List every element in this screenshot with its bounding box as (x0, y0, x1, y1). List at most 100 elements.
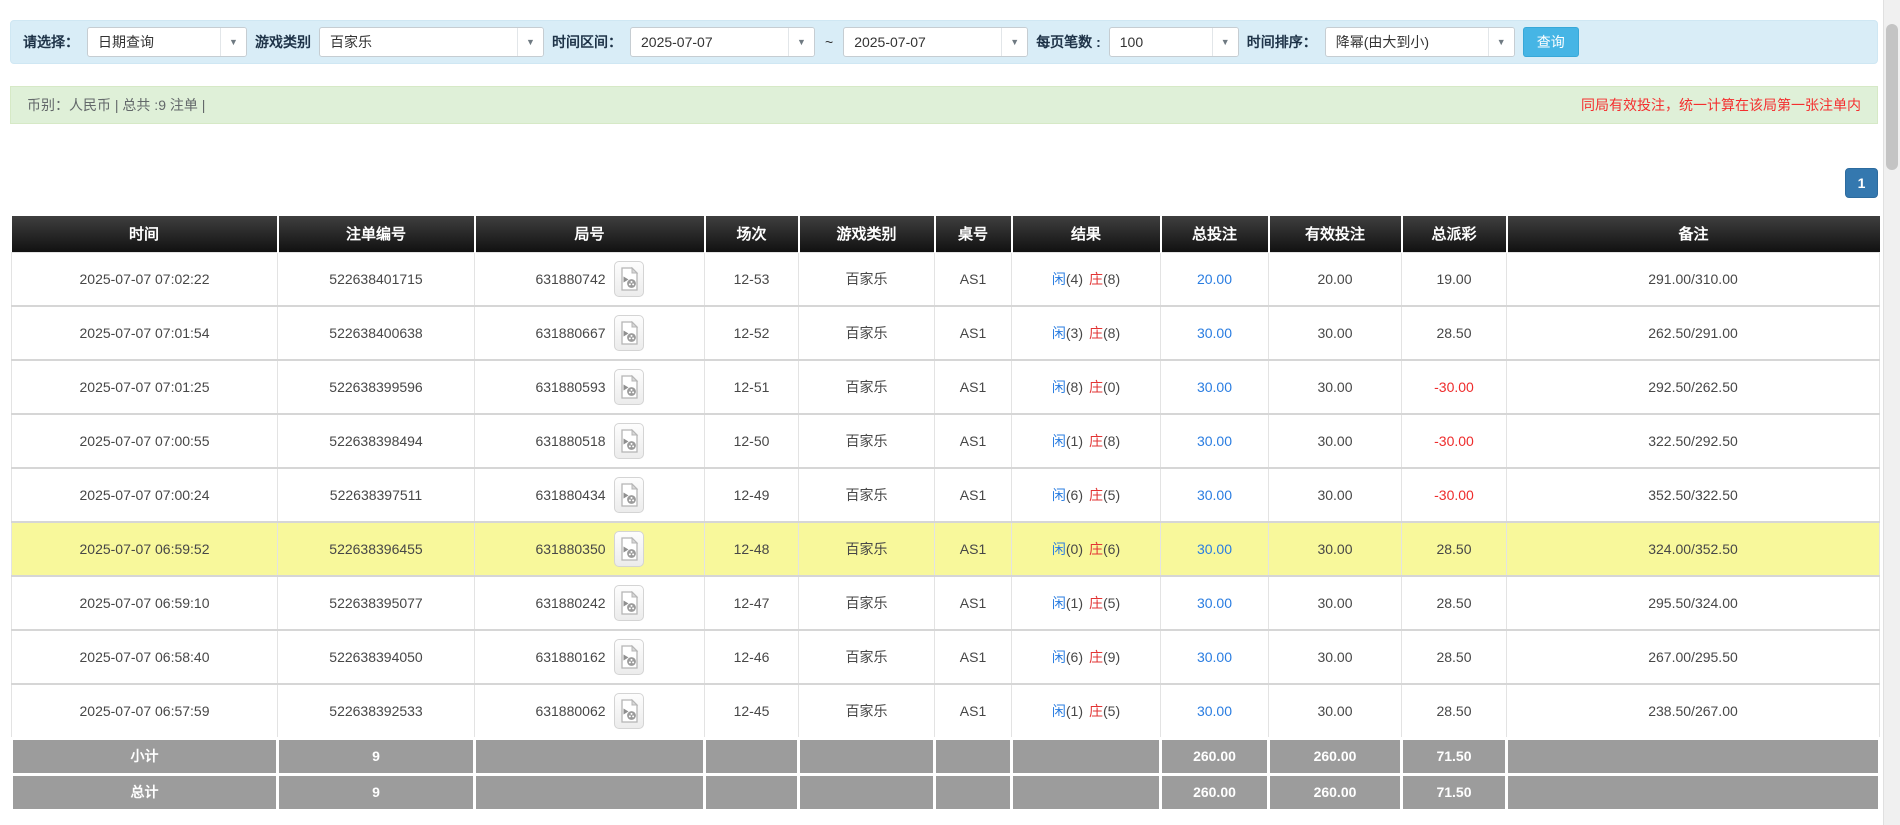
table-row: 2025-07-07 06:59:10 522638395077 6318802… (11, 575, 1880, 631)
banker-result-score: (5) (1103, 595, 1121, 611)
chevron-down-icon[interactable]: ▼ (1001, 28, 1028, 56)
total-bet-link[interactable]: 30.00 (1197, 703, 1232, 719)
cell-game: 百家乐 (798, 683, 935, 739)
cell-bet-id: 522638399596 (277, 359, 475, 415)
total-bet-link[interactable]: 30.00 (1197, 487, 1232, 503)
player-result-score: (4) (1065, 270, 1083, 287)
round-id-text: 631880350 (535, 541, 606, 557)
pagination: 1 (10, 168, 1878, 198)
chevron-down-icon[interactable]: ▼ (1211, 28, 1238, 56)
video-icon[interactable] (613, 315, 644, 351)
total-bet-link[interactable]: 30.00 (1197, 325, 1232, 341)
cell-table: AS1 (934, 467, 1012, 523)
currency-total-text: 币别：人民币 | 总共 :9 注单 | (27, 97, 206, 113)
cell-result: 闲(1) 庄(8) (1011, 413, 1161, 469)
cell-valid-bet: 30.00 (1268, 575, 1402, 631)
video-icon[interactable] (613, 369, 644, 405)
table-row: 2025-07-07 07:00:55 522638398494 6318805… (11, 413, 1880, 469)
cell-result: 闲(0) 庄(6) (1011, 521, 1161, 577)
player-result-label: 闲 (1051, 541, 1066, 557)
date-to-select[interactable]: 2025-07-07 ▼ (843, 27, 1029, 57)
banker-result-score: (5) (1103, 702, 1121, 719)
player-result-score: (6) (1065, 487, 1083, 503)
banker-result-score: (8) (1103, 433, 1121, 449)
query-button[interactable]: 查询 (1522, 27, 1579, 57)
subtotal-payout: 71.50 (1400, 736, 1508, 776)
cell-total-bet: 30.00 (1160, 521, 1269, 577)
total-bet-link[interactable]: 30.00 (1197, 433, 1232, 449)
cell-valid-bet: 30.00 (1268, 467, 1402, 523)
cell-session: 12-51 (704, 359, 799, 415)
player-result-score: (1) (1065, 702, 1083, 719)
cell-payout: 28.50 (1401, 305, 1507, 361)
video-icon[interactable] (613, 260, 644, 297)
table-row: 2025-07-07 07:00:24 522638397511 6318804… (11, 467, 1880, 523)
total-bet-link[interactable]: 20.00 (1197, 271, 1232, 287)
cell-valid-bet: 30.00 (1268, 413, 1402, 469)
query-type-select[interactable]: 日期查询 ▼ (87, 27, 247, 57)
chevron-down-icon[interactable]: ▼ (1487, 28, 1514, 56)
cell-total-bet: 30.00 (1160, 467, 1269, 523)
page-size-value: 100 (1119, 34, 1144, 50)
banker-result-score: (9) (1103, 649, 1121, 665)
chevron-down-icon[interactable]: ▼ (517, 28, 543, 56)
round-id-text: 631880593 (535, 379, 606, 395)
cell-bet-id: 522638392533 (277, 683, 475, 739)
time-sort-select[interactable]: 降幂(由大到小) ▼ (1324, 27, 1515, 57)
cell-payout: 28.50 (1401, 575, 1507, 631)
cell-payout: 28.50 (1401, 683, 1507, 739)
player-result-label: 闲 (1051, 433, 1066, 449)
cell-bet-id: 522638395077 (277, 575, 475, 631)
cell-session: 12-46 (704, 629, 799, 685)
video-icon[interactable] (613, 423, 644, 459)
date-to-value: 2025-07-07 (854, 34, 926, 50)
cell-table: AS1 (934, 683, 1012, 739)
subtotal-row: 小计 9 260.00 260.00 71.50 (10, 736, 1881, 776)
grand-total-total-bet: 260.00 (1159, 772, 1270, 812)
cell-note: 291.00/310.00 (1506, 251, 1880, 307)
total-bet-link[interactable]: 30.00 (1197, 649, 1232, 665)
cell-note: 292.50/262.50 (1506, 359, 1880, 415)
cell-game: 百家乐 (798, 413, 935, 469)
cell-total-bet: 20.00 (1160, 251, 1269, 307)
round-id-text: 631880742 (535, 270, 606, 287)
total-bet-link[interactable]: 30.00 (1197, 595, 1232, 611)
cell-round-id: 631880667 (474, 305, 705, 361)
col-session: 场次 (704, 216, 800, 252)
total-bet-link[interactable]: 30.00 (1197, 379, 1232, 395)
video-icon[interactable] (613, 692, 644, 729)
cell-bet-id: 522638394050 (277, 629, 475, 685)
video-icon[interactable] (613, 639, 644, 675)
cell-time: 2025-07-07 07:00:55 (11, 413, 278, 469)
cell-session: 12-47 (704, 575, 799, 631)
cell-note: 295.50/324.00 (1506, 575, 1880, 631)
date-from-select[interactable]: 2025-07-07 ▼ (630, 27, 815, 57)
chevron-down-icon[interactable]: ▼ (788, 28, 814, 56)
cell-table: AS1 (934, 251, 1012, 307)
cell-note: 262.50/291.00 (1506, 305, 1880, 361)
cell-total-bet: 30.00 (1160, 575, 1269, 631)
cell-bet-id: 522638398494 (277, 413, 475, 469)
page-size-select[interactable]: 100 ▼ (1108, 27, 1239, 57)
video-icon[interactable] (613, 531, 644, 567)
video-icon[interactable] (613, 477, 644, 513)
banker-result-label: 庄 (1089, 325, 1103, 341)
banker-result-label: 庄 (1089, 702, 1103, 719)
total-bet-link[interactable]: 30.00 (1197, 541, 1232, 557)
video-icon[interactable] (613, 585, 644, 621)
cell-note: 324.00/352.50 (1506, 521, 1880, 577)
chevron-down-icon[interactable]: ▼ (220, 28, 246, 56)
player-result-score: (6) (1065, 649, 1083, 665)
grand-total-count: 9 (276, 772, 476, 812)
cell-game: 百家乐 (798, 521, 935, 577)
col-game: 游戏类别 (798, 216, 936, 252)
vertical-scrollbar-track[interactable] (1883, 0, 1900, 825)
vertical-scrollbar-thumb[interactable] (1886, 24, 1898, 170)
page-1-button[interactable]: 1 (1845, 168, 1878, 198)
col-payout: 总派彩 (1401, 216, 1508, 252)
cell-session: 12-52 (704, 305, 799, 361)
cell-round-id: 631880242 (474, 575, 705, 631)
game-category-select[interactable]: 百家乐 ▼ (319, 27, 544, 57)
grand-total-payout: 71.50 (1400, 772, 1508, 812)
player-result-label: 闲 (1051, 487, 1066, 503)
